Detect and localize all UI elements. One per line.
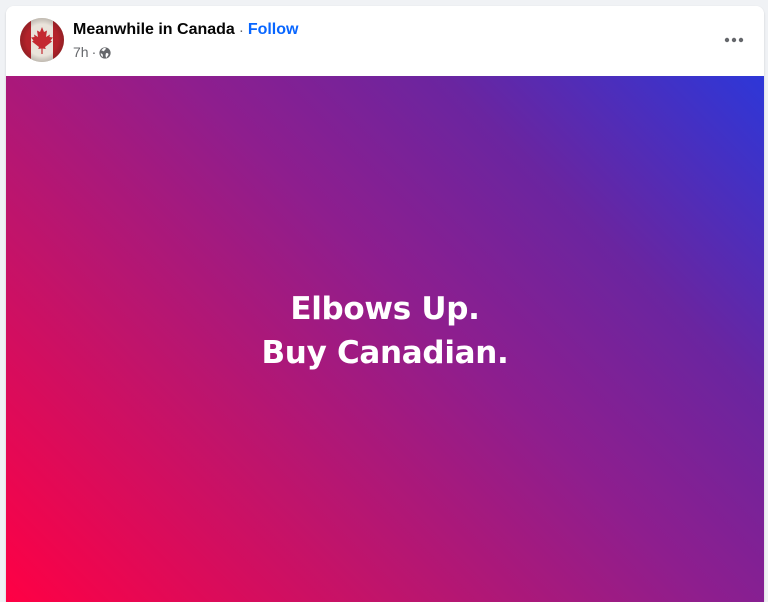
more-options-button[interactable] [720,26,748,54]
post-text-background[interactable]: Elbows Up. Buy Canadian. [6,76,764,602]
globe-icon[interactable] [99,46,111,59]
name-row: Meanwhile in Canada · Follow [73,20,298,40]
post-message: Elbows Up. Buy Canadian. [261,287,508,375]
name-separator: · [238,21,244,39]
post-card: Meanwhile in Canada · Follow 7h · Elbows… [6,6,764,602]
more-options-icon [724,37,744,43]
post-timestamp[interactable]: 7h [73,44,89,60]
page-name-link[interactable]: Meanwhile in Canada [73,21,235,39]
canada-flag-icon [20,18,64,62]
time-separator: · [91,44,97,60]
post-meta: Meanwhile in Canada · Follow 7h · [73,20,298,61]
page-avatar[interactable] [20,18,64,62]
post-header: Meanwhile in Canada · Follow 7h · [6,6,764,76]
post-subinfo: 7h · [73,43,298,61]
post-message-line-1: Elbows Up. [290,291,480,327]
follow-button[interactable]: Follow [248,21,299,39]
post-message-line-2: Buy Canadian. [261,335,509,371]
